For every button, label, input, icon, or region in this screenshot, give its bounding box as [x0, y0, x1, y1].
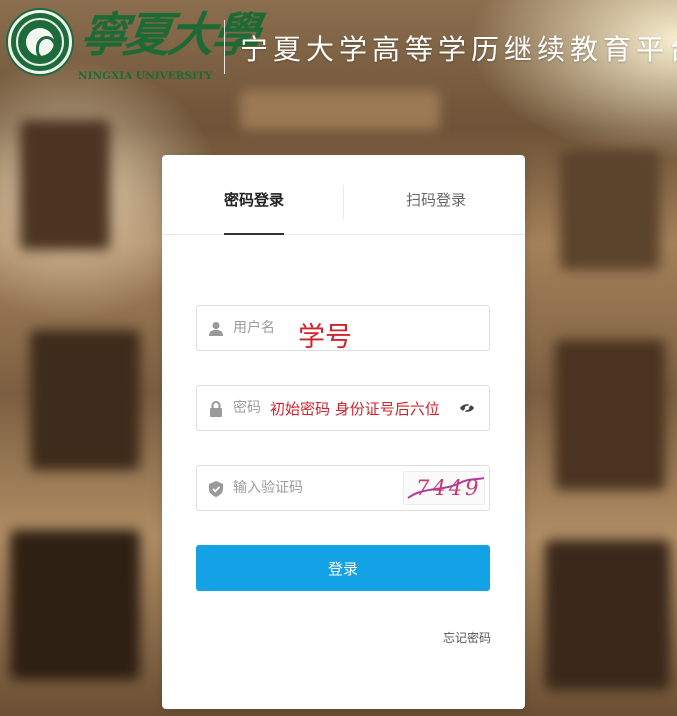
- shield-icon: [209, 481, 223, 497]
- login-button[interactable]: 登录: [196, 545, 490, 591]
- username-input[interactable]: [233, 306, 293, 350]
- password-input[interactable]: [233, 386, 273, 430]
- captcha-noise-line: [407, 477, 484, 499]
- password-field[interactable]: [196, 385, 490, 431]
- username-field[interactable]: [196, 305, 490, 351]
- login-card: 密码登录 扫码登录 7449: [162, 155, 525, 709]
- captcha-image[interactable]: 7449: [403, 471, 485, 505]
- tab-password-login[interactable]: 密码登录: [224, 189, 285, 235]
- university-seal-logo: [8, 10, 72, 74]
- eye-icon[interactable]: [459, 401, 475, 415]
- platform-title: 宁夏大学高等学历继续教育平台: [240, 33, 677, 66]
- lock-icon: [210, 401, 222, 417]
- captcha-input[interactable]: [233, 466, 383, 510]
- tab-separator: [343, 185, 344, 219]
- university-name-logo: 寧夏大學: [76, 8, 260, 63]
- captcha-field[interactable]: 7449: [196, 465, 490, 511]
- user-icon: [209, 322, 223, 336]
- tab-qrcode-login[interactable]: 扫码登录: [406, 189, 466, 210]
- header-divider: [224, 20, 225, 74]
- university-english-name: NINGXIA UNIVERSITY: [78, 70, 213, 82]
- forgot-password-link[interactable]: 忘记密码: [443, 629, 491, 646]
- login-tabs: 密码登录 扫码登录: [162, 155, 525, 235]
